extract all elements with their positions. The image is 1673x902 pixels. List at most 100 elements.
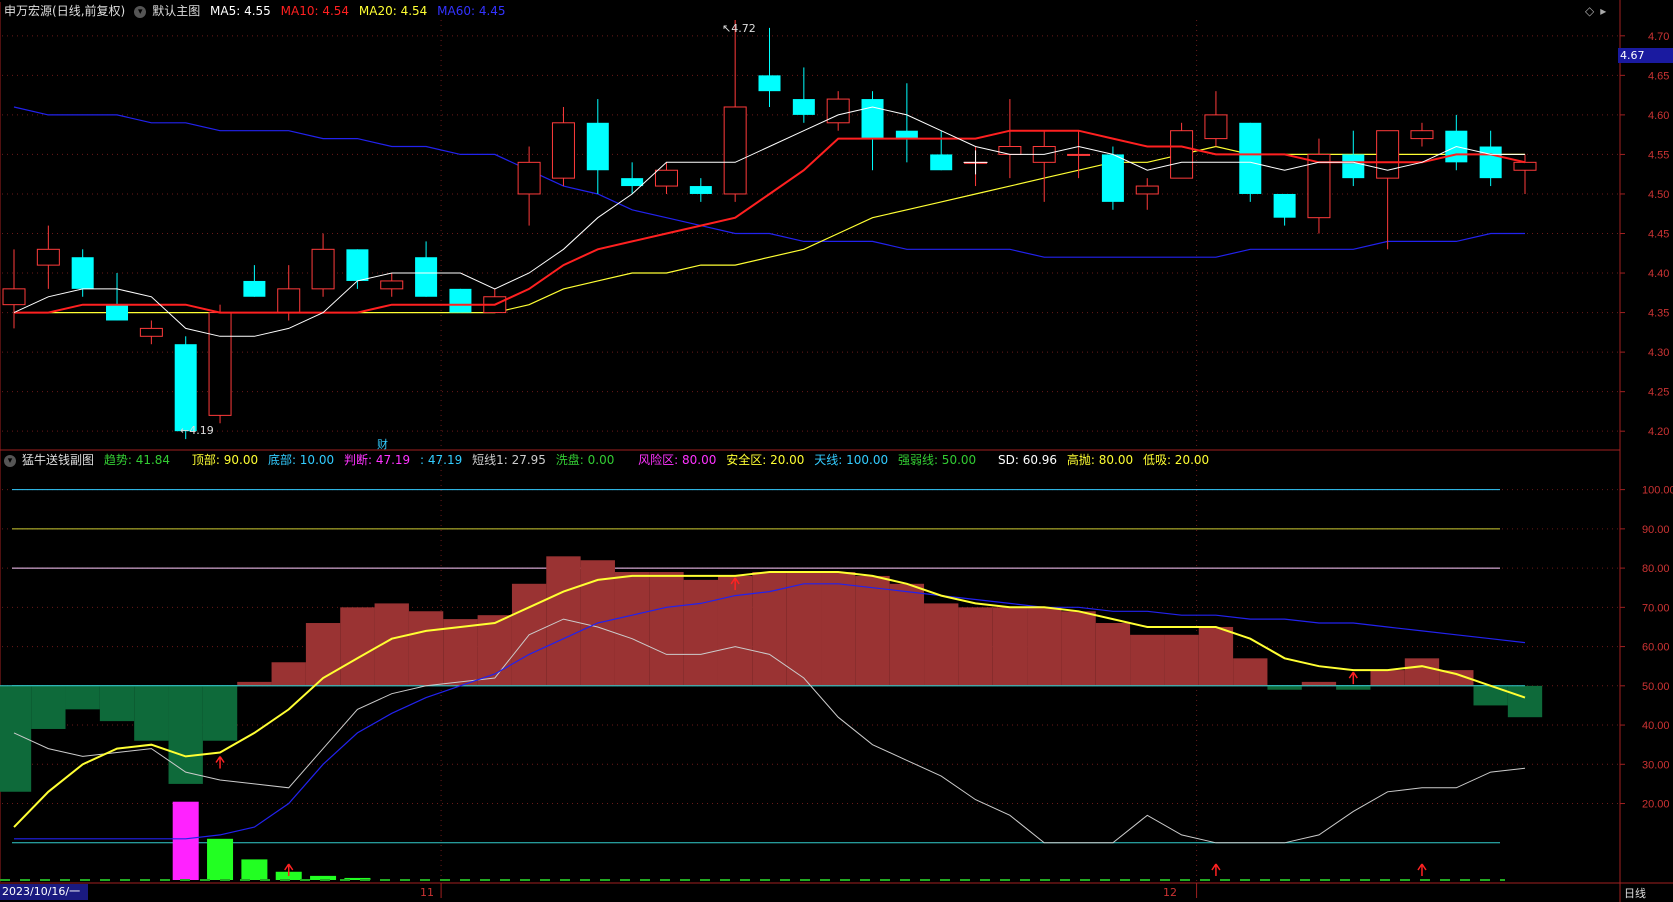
sub-item: 高抛: 80.00	[1066, 453, 1134, 467]
candle	[1101, 146, 1124, 210]
candle-body	[1273, 193, 1296, 218]
sub-tick-label: 80.00	[1642, 563, 1670, 575]
candle-body	[243, 280, 266, 297]
sub-hist-bar	[821, 572, 856, 686]
candle-body	[174, 344, 197, 432]
candle-body	[139, 327, 163, 337]
stock-name[interactable]: 申万宏源	[4, 4, 52, 18]
sub-chart-header: ▾ 猛牛送钱副图 趋势: 41.84 顶部: 90.00 底部: 10.00 判断…	[4, 452, 1215, 468]
candle-body	[106, 304, 129, 321]
sub-hist-bar	[1198, 626, 1234, 686]
candle-body	[1067, 153, 1091, 156]
pin-icon[interactable]: ▸	[1600, 4, 1606, 18]
sub-hist-bar	[614, 572, 650, 686]
main-chart-name[interactable]: 默认主图	[152, 4, 200, 18]
candle-body	[1479, 146, 1502, 179]
date-start-label: 2023/10/16/一	[0, 884, 88, 900]
sub-hist-bar	[1233, 658, 1268, 686]
sub-item: 判断: 47.19	[343, 453, 411, 467]
candle-body	[758, 75, 781, 92]
sub-item: 安全区: 20.00	[726, 453, 805, 467]
price-tick-label: 4.40	[1648, 268, 1669, 280]
sub-hist-bar	[546, 556, 581, 686]
sub-hist-bar	[924, 603, 959, 686]
sub-hist-bar	[1336, 685, 1371, 690]
candle-body	[1376, 130, 1400, 179]
sub-item: 天线: 100.00	[814, 453, 889, 467]
candle-body	[380, 280, 404, 290]
sub-item: 低吸: 20.00	[1142, 453, 1210, 467]
candle-body	[654, 169, 678, 187]
sub-hist-bar	[1095, 623, 1131, 686]
sub-item: 洗盘: 0.00	[555, 453, 615, 467]
candle-body	[551, 122, 575, 179]
candle	[449, 288, 472, 313]
month-label-11: 11	[420, 886, 434, 899]
chevron-down-icon[interactable]: ▾	[4, 454, 16, 467]
sub-hist-bar	[1061, 611, 1096, 686]
ma5-label: MA5: 4.55	[210, 4, 271, 18]
price-tick-label: 4.45	[1648, 229, 1669, 241]
chart-mode: (日线,前复权)	[52, 4, 126, 18]
sub-bottom-bar	[172, 801, 199, 880]
candle-body	[1135, 185, 1159, 195]
sub-hist-bar	[31, 685, 66, 729]
sub-hist-bar	[1301, 681, 1337, 686]
current-price-tag: 4.67	[1618, 48, 1673, 63]
candle-body	[449, 288, 472, 313]
price-tick-label: 4.25	[1648, 387, 1669, 399]
sub-hist-bar	[958, 607, 993, 686]
high-price-label: ↖4.72	[722, 22, 756, 35]
sub-hist-bar	[683, 579, 718, 686]
sub-chart-name[interactable]: 猛牛送钱副图	[22, 453, 94, 467]
sub-hist-bar	[408, 611, 444, 686]
price-tick-label: 4.20	[1648, 426, 1669, 438]
sub-hist-bar	[340, 607, 375, 686]
price-tick-label: 4.70	[1648, 31, 1669, 43]
sub-bottom-bar	[207, 838, 234, 880]
chevron-down-icon[interactable]: ▾	[134, 5, 147, 18]
sub-hist-bar	[786, 572, 822, 686]
diamond-icon[interactable]: ◇	[1585, 4, 1594, 18]
sub-item: 底部: 10.00	[267, 453, 335, 467]
candle-body	[621, 178, 644, 187]
sub-hist-bar	[134, 685, 169, 741]
sub-item: 短线1: 27.95	[472, 453, 546, 467]
sub-tick-label: 60.00	[1642, 642, 1670, 654]
candle-body	[1410, 130, 1434, 140]
candle-body	[517, 161, 541, 195]
sub-hist-bar	[1473, 685, 1508, 706]
candle	[1170, 122, 1194, 179]
price-tick-label: 4.50	[1648, 189, 1669, 201]
sub-item: 风险区: 80.00	[638, 453, 717, 467]
candle-body	[826, 98, 850, 124]
sub-hist-bar	[168, 685, 203, 784]
ma60-label: MA60: 4.45	[437, 4, 506, 18]
candle-body	[930, 154, 953, 171]
sub-item: 强弱线: 50.00	[897, 453, 977, 467]
sub-hist-bar	[1267, 685, 1302, 690]
finance-marker[interactable]: 财	[377, 436, 388, 452]
kline-chart[interactable]: 4.70 4.65 4.60 4.55 4.50 4.45 4.40 4.35 4.30 4.25…	[0, 0, 1673, 902]
price-tick-label: 4.55	[1648, 149, 1669, 161]
sub-item: SD: 60.96	[998, 453, 1058, 467]
sub-hist-bar	[717, 575, 753, 686]
sub-tick-label: 50.00	[1642, 681, 1670, 693]
sub-item: : 47.19	[420, 453, 463, 467]
candle-body	[36, 248, 60, 266]
candle-body	[2, 288, 26, 306]
candle-body	[792, 99, 815, 115]
candle-body	[415, 257, 438, 297]
sub-hist-bar	[1507, 685, 1543, 718]
candle-body	[723, 106, 747, 195]
candle-body	[895, 130, 918, 139]
sub-tick-label: 20.00	[1642, 799, 1670, 811]
sub-hist-bar	[202, 685, 238, 741]
ma20-label: MA20: 4.54	[358, 4, 428, 18]
sub-hist-bar	[855, 575, 890, 686]
sub-bottom-bar	[241, 859, 268, 880]
candle-body	[689, 186, 712, 194]
sub-hist-bar	[271, 662, 306, 686]
candle-body	[1170, 130, 1194, 179]
period-button[interactable]: 日线	[1624, 885, 1646, 901]
